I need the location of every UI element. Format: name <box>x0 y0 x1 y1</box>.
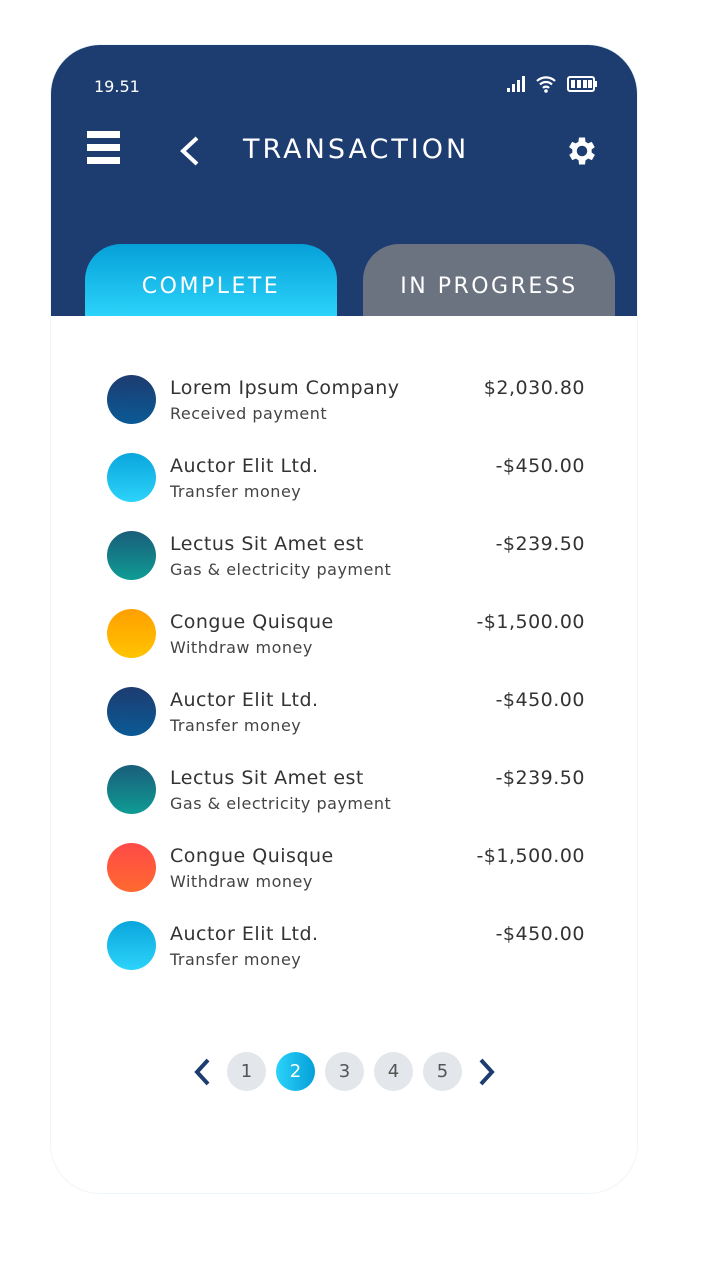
transaction-name: Auctor Elit Ltd. <box>170 455 319 477</box>
pagination: 1 2 3 4 5 <box>187 1052 502 1091</box>
transaction-list: Lorem Ipsum Company Received payment $2,… <box>107 375 585 999</box>
transaction-amount: -$239.50 <box>495 533 585 555</box>
transaction-description: Withdraw money <box>170 872 313 891</box>
transaction-description: Transfer money <box>170 950 302 969</box>
transaction-amount: -$239.50 <box>495 767 585 789</box>
transaction-row[interactable]: Lorem Ipsum Company Received payment $2,… <box>107 375 585 453</box>
next-page-button[interactable] <box>472 1052 502 1091</box>
signal-icon <box>507 76 525 92</box>
tab-complete[interactable]: COMPLETE <box>85 244 337 316</box>
page-2-button[interactable]: 2 <box>276 1052 315 1091</box>
transaction-row[interactable]: Lectus Sit Amet est Gas & electricity pa… <box>107 531 585 609</box>
transaction-row[interactable]: Auctor Elit Ltd. Transfer money -$450.00 <box>107 687 585 765</box>
status-time: 19.51 <box>94 77 140 96</box>
avatar <box>107 687 156 736</box>
battery-icon <box>567 76 597 92</box>
avatar <box>107 843 156 892</box>
avatar <box>107 375 156 424</box>
phone-frame: 19.51 TRANSACTION COMPLETE IN PROGRESS L… <box>50 44 638 1194</box>
page-3-button[interactable]: 3 <box>325 1052 364 1091</box>
transaction-description: Received payment <box>170 404 328 423</box>
wifi-icon <box>536 76 556 93</box>
transaction-row[interactable]: Auctor Elit Ltd. Transfer money -$450.00 <box>107 921 585 999</box>
tab-in-progress[interactable]: IN PROGRESS <box>363 244 615 316</box>
page-5-button[interactable]: 5 <box>423 1052 462 1091</box>
prev-page-button[interactable] <box>187 1052 217 1091</box>
chevron-left-icon[interactable] <box>177 135 201 167</box>
transaction-description: Gas & electricity payment <box>170 560 392 579</box>
page-4-button[interactable]: 4 <box>374 1052 413 1091</box>
transaction-description: Transfer money <box>170 716 302 735</box>
page-1-button[interactable]: 1 <box>227 1052 266 1091</box>
transaction-description: Withdraw money <box>170 638 313 657</box>
transaction-amount: -$450.00 <box>495 689 585 711</box>
page-title: TRANSACTION <box>243 134 470 165</box>
avatar <box>107 765 156 814</box>
transaction-amount: -$450.00 <box>495 455 585 477</box>
avatar <box>107 921 156 970</box>
chevron-left-icon <box>194 1058 210 1085</box>
transaction-amount: -$1,500.00 <box>476 611 585 633</box>
status-icons <box>507 75 597 93</box>
transaction-amount: -$450.00 <box>495 923 585 945</box>
transaction-description: Gas & electricity payment <box>170 794 392 813</box>
transaction-name: Lectus Sit Amet est <box>170 767 364 789</box>
transaction-amount: -$1,500.00 <box>476 845 585 867</box>
avatar <box>107 453 156 502</box>
transaction-row[interactable]: Congue Quisque Withdraw money -$1,500.00 <box>107 609 585 687</box>
transaction-row[interactable]: Congue Quisque Withdraw money -$1,500.00 <box>107 843 585 921</box>
transaction-name: Lectus Sit Amet est <box>170 533 364 555</box>
avatar <box>107 609 156 658</box>
transaction-name: Auctor Elit Ltd. <box>170 923 319 945</box>
transaction-name: Congue Quisque <box>170 611 334 633</box>
transaction-name: Congue Quisque <box>170 845 334 867</box>
avatar <box>107 531 156 580</box>
header: 19.51 TRANSACTION COMPLETE IN PROGRESS <box>51 45 637 316</box>
transaction-name: Lorem Ipsum Company <box>170 377 400 399</box>
hamburger-icon[interactable] <box>87 131 120 167</box>
transaction-name: Auctor Elit Ltd. <box>170 689 319 711</box>
gear-icon[interactable] <box>564 133 600 169</box>
chevron-right-icon <box>479 1058 495 1085</box>
transaction-row[interactable]: Auctor Elit Ltd. Transfer money -$450.00 <box>107 453 585 531</box>
transaction-description: Transfer money <box>170 482 302 501</box>
transaction-row[interactable]: Lectus Sit Amet est Gas & electricity pa… <box>107 765 585 843</box>
transaction-amount: $2,030.80 <box>483 377 585 399</box>
